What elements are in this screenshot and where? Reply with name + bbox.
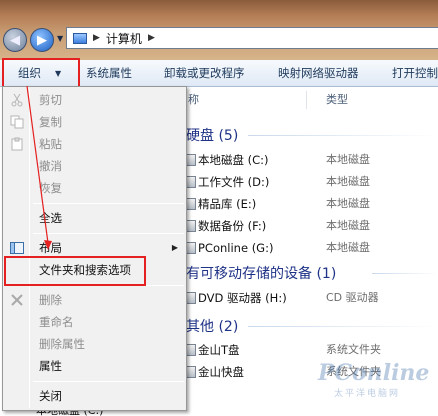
annotation-arrow <box>26 85 52 250</box>
